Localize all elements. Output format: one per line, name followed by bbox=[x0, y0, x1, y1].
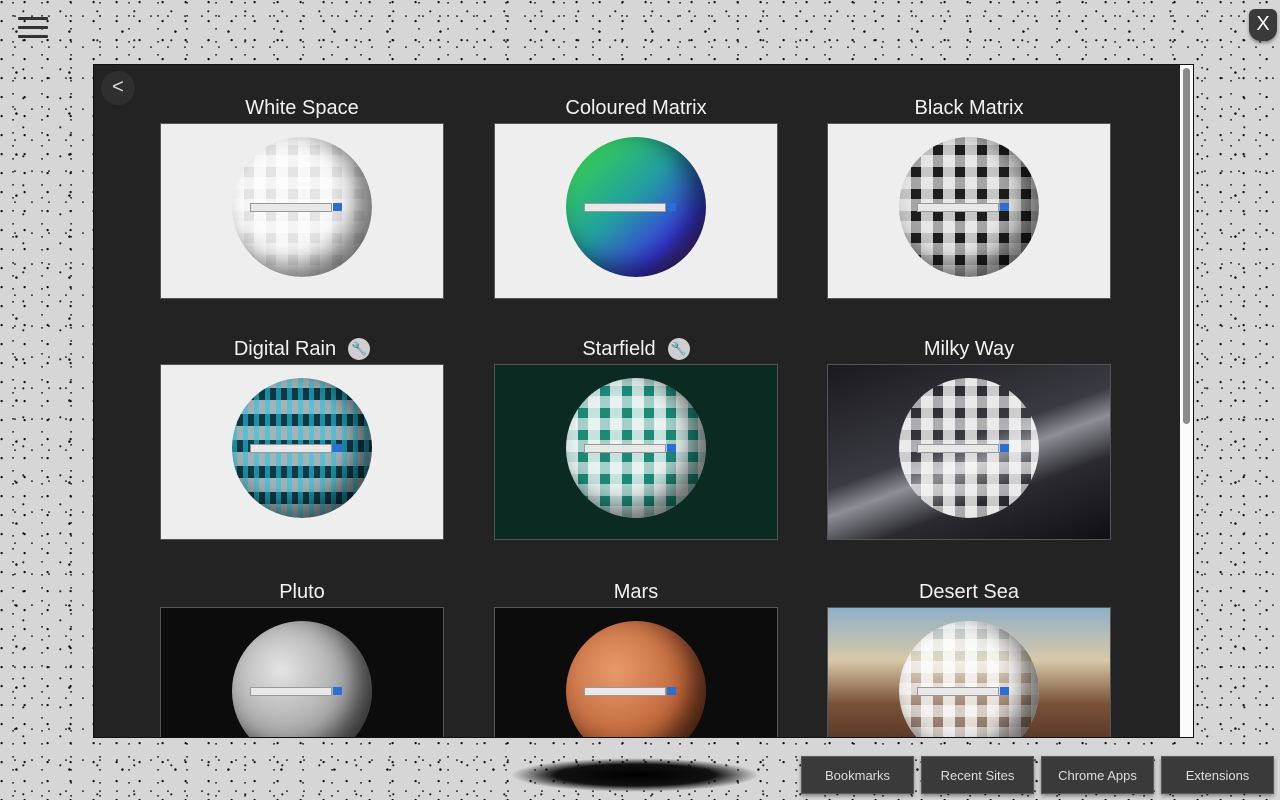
sphere-image bbox=[899, 621, 1039, 737]
theme-thumbnail[interactable] bbox=[827, 607, 1111, 737]
wrench-icon[interactable]: 🔧 bbox=[667, 338, 690, 360]
search-bar-preview bbox=[250, 203, 342, 212]
theme-tile-desert-sea[interactable]: Desert Sea bbox=[827, 577, 1111, 737]
theme-title: Digital Rain bbox=[233, 337, 337, 360]
theme-tile-digital-rain[interactable]: Digital Rain 🔧 bbox=[160, 334, 444, 540]
scrollbar[interactable] bbox=[1180, 65, 1193, 737]
chrome-apps-button[interactable]: Chrome Apps bbox=[1041, 756, 1154, 794]
theme-title: Coloured Matrix bbox=[565, 96, 707, 119]
theme-tile-coloured-matrix[interactable]: Coloured Matrix bbox=[494, 93, 778, 299]
search-bar-preview bbox=[250, 687, 342, 696]
theme-tile-black-matrix[interactable]: Black Matrix bbox=[827, 93, 1111, 299]
wrench-icon[interactable]: 🔧 bbox=[348, 338, 371, 360]
close-button[interactable]: X bbox=[1249, 9, 1277, 41]
theme-tile-mars[interactable]: Mars bbox=[494, 577, 778, 737]
menu-icon[interactable] bbox=[18, 17, 48, 41]
theme-title: Pluto bbox=[279, 580, 325, 603]
search-bar-preview bbox=[917, 444, 1009, 453]
theme-thumbnail[interactable] bbox=[160, 364, 444, 540]
search-bar-preview bbox=[250, 444, 342, 453]
theme-tile-starfield[interactable]: Starfield 🔧 bbox=[494, 334, 778, 540]
extensions-button[interactable]: Extensions bbox=[1161, 756, 1274, 794]
sphere-image bbox=[566, 621, 706, 737]
theme-title: Milky Way bbox=[923, 337, 1015, 360]
theme-thumbnail[interactable] bbox=[494, 123, 778, 299]
theme-thumbnail[interactable] bbox=[160, 123, 444, 299]
theme-tile-pluto[interactable]: Pluto bbox=[160, 577, 444, 737]
back-button[interactable]: < bbox=[101, 71, 135, 105]
theme-thumbnail[interactable] bbox=[494, 364, 778, 540]
theme-tile-white-space[interactable]: White Space bbox=[160, 93, 444, 299]
theme-gallery-panel: < White Space Coloured Matrix Black Matr… bbox=[93, 64, 1194, 738]
theme-thumbnail[interactable] bbox=[827, 364, 1111, 540]
search-bar-preview bbox=[917, 203, 1009, 212]
search-bar-preview bbox=[917, 687, 1009, 696]
theme-title: Desert Sea bbox=[918, 580, 1020, 603]
sphere-image bbox=[232, 621, 372, 737]
scrollbar-thumb[interactable] bbox=[1183, 68, 1190, 424]
search-bar-preview bbox=[584, 444, 676, 453]
theme-title: White Space bbox=[245, 96, 359, 119]
theme-tile-milky-way[interactable]: Milky Way bbox=[827, 334, 1111, 540]
bottom-toolbar: Bookmarks Recent Sites Chrome Apps Exten… bbox=[0, 756, 1280, 796]
recent-sites-button[interactable]: Recent Sites bbox=[921, 756, 1034, 794]
theme-thumbnail[interactable] bbox=[494, 607, 778, 737]
bookmarks-button[interactable]: Bookmarks bbox=[801, 756, 914, 794]
search-bar-preview bbox=[584, 687, 676, 696]
theme-thumbnail[interactable] bbox=[160, 607, 444, 737]
theme-title: Mars bbox=[613, 580, 659, 603]
search-bar-preview bbox=[584, 203, 676, 212]
theme-thumbnail[interactable] bbox=[827, 123, 1111, 299]
theme-title: Black Matrix bbox=[914, 96, 1024, 119]
theme-title: Starfield bbox=[582, 337, 656, 360]
